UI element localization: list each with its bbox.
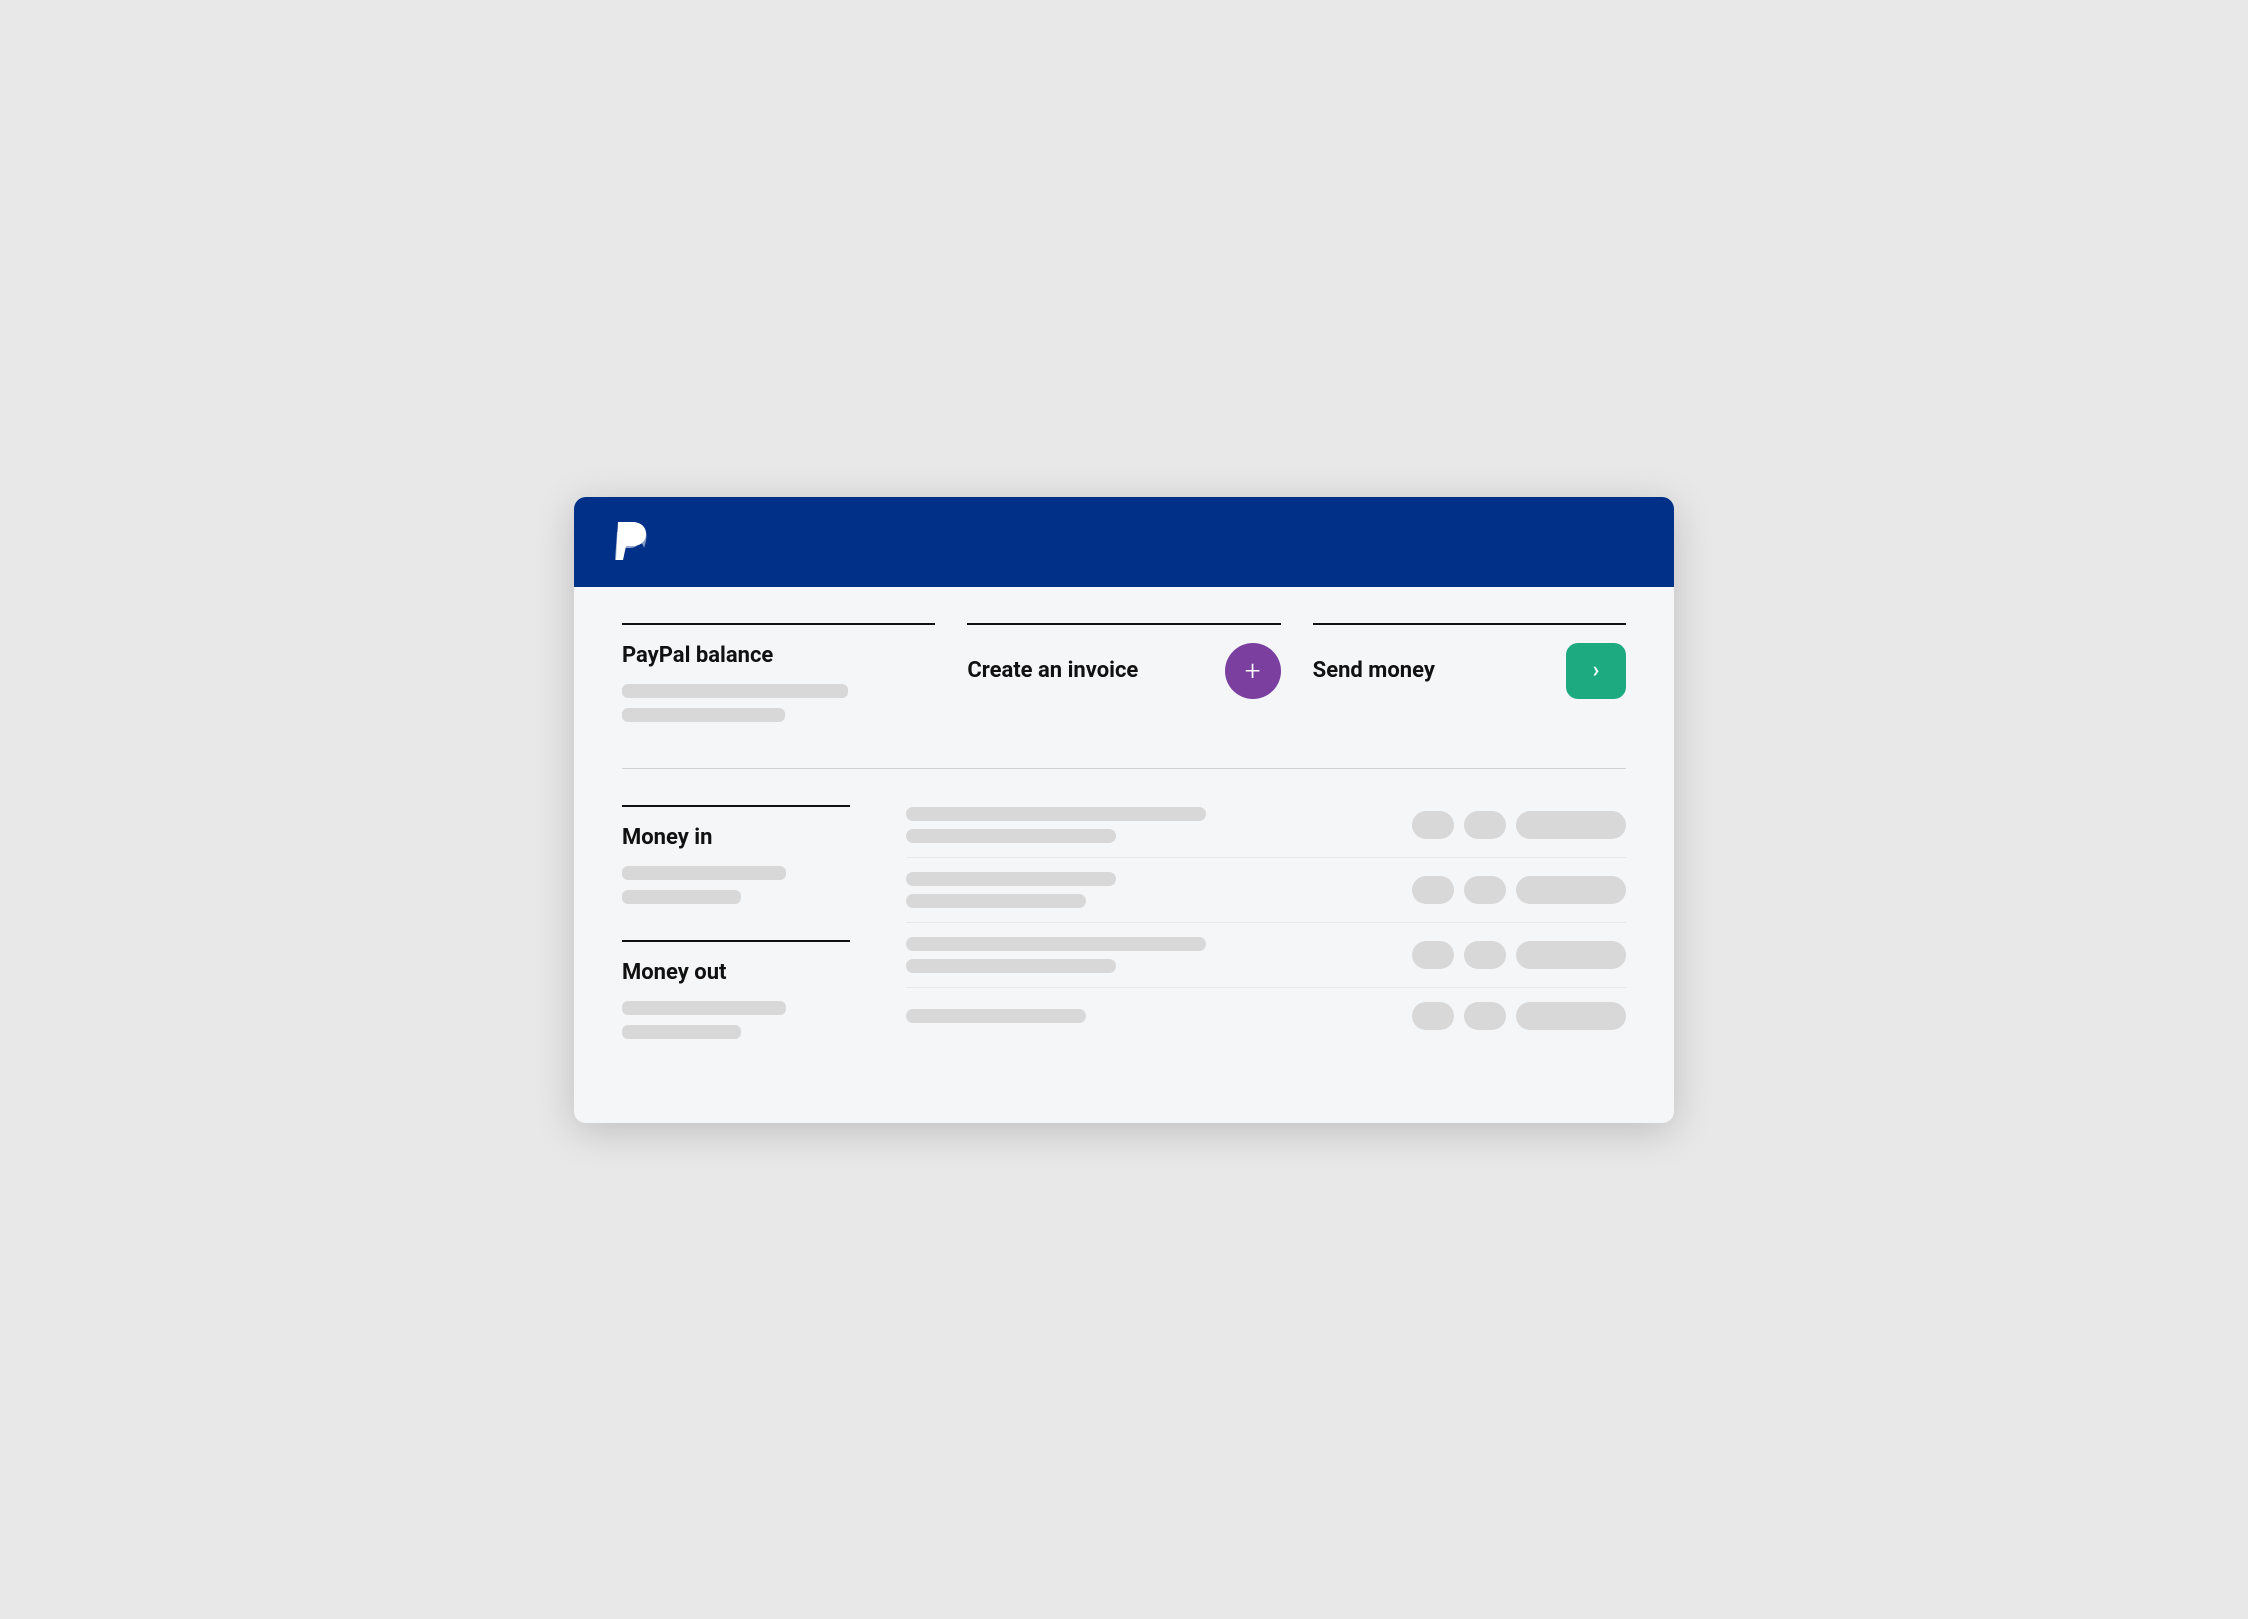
list-row-actions — [1412, 1002, 1626, 1030]
list-row-actions — [1412, 811, 1626, 839]
action-pill — [1412, 876, 1454, 904]
panel-title-send: Send money — [1313, 658, 1435, 683]
action-pill — [1516, 941, 1626, 969]
panel-with-action: Send money › — [1313, 643, 1626, 699]
panel-title-invoice: Create an invoice — [967, 658, 1138, 683]
action-pill — [1412, 1002, 1454, 1030]
top-panels: PayPal balance Create an invoice + Send — [622, 623, 1626, 732]
plus-icon: + — [1245, 657, 1261, 685]
list-row-main — [906, 937, 1396, 973]
list-item — [906, 923, 1626, 988]
paypal-balance-panel: PayPal balance — [622, 623, 967, 732]
skeleton — [622, 1025, 741, 1039]
list-row-actions — [1412, 876, 1626, 904]
send-money-button[interactable]: › — [1566, 643, 1626, 699]
skeleton — [906, 894, 1086, 908]
money-out-section: Money out — [622, 940, 850, 1039]
list-row-main — [906, 872, 1396, 908]
list-item — [906, 793, 1626, 858]
money-out-title: Money out — [622, 960, 850, 985]
action-pill — [1516, 1002, 1626, 1030]
panel-divider — [967, 623, 1280, 625]
paypal-logo-icon — [610, 518, 650, 566]
skeleton — [622, 684, 848, 698]
skeleton — [906, 1009, 1086, 1023]
left-sidebar: Money in Money out — [622, 769, 882, 1075]
panel-divider — [622, 623, 935, 625]
list-item — [906, 988, 1626, 1044]
skeleton — [622, 708, 785, 722]
action-pill — [1516, 876, 1626, 904]
skeleton — [906, 807, 1206, 821]
money-in-section: Money in — [622, 805, 850, 904]
arrow-right-icon: › — [1593, 658, 1600, 683]
action-pill — [1464, 1002, 1506, 1030]
skeleton — [622, 890, 741, 904]
action-pill — [1464, 811, 1506, 839]
app-window: PayPal balance Create an invoice + Send — [574, 497, 1674, 1123]
panel-with-action: Create an invoice + — [967, 643, 1280, 699]
action-pill — [1412, 811, 1454, 839]
create-invoice-panel: Create an invoice + — [967, 623, 1312, 732]
main-content: PayPal balance Create an invoice + Send — [574, 587, 1674, 1123]
action-pill — [1412, 941, 1454, 969]
skeleton — [906, 959, 1116, 973]
create-invoice-button[interactable]: + — [1225, 643, 1281, 699]
bottom-section: Money in Money out — [622, 769, 1626, 1075]
action-pill — [1516, 811, 1626, 839]
send-money-panel: Send money › — [1313, 623, 1626, 732]
money-in-title: Money in — [622, 825, 850, 850]
list-row-main — [906, 807, 1396, 843]
list-row-main — [906, 1009, 1396, 1023]
skeleton — [622, 866, 786, 880]
action-pill — [1464, 876, 1506, 904]
right-list — [882, 769, 1626, 1075]
skeleton — [906, 829, 1116, 843]
action-pill — [1464, 941, 1506, 969]
sidebar-divider — [622, 940, 850, 942]
header — [574, 497, 1674, 587]
skeleton — [622, 1001, 786, 1015]
skeleton — [906, 937, 1206, 951]
sidebar-divider — [622, 805, 850, 807]
panel-divider — [1313, 623, 1626, 625]
panel-title-balance: PayPal balance — [622, 643, 935, 668]
list-row-actions — [1412, 941, 1626, 969]
skeleton — [906, 872, 1116, 886]
list-item — [906, 858, 1626, 923]
